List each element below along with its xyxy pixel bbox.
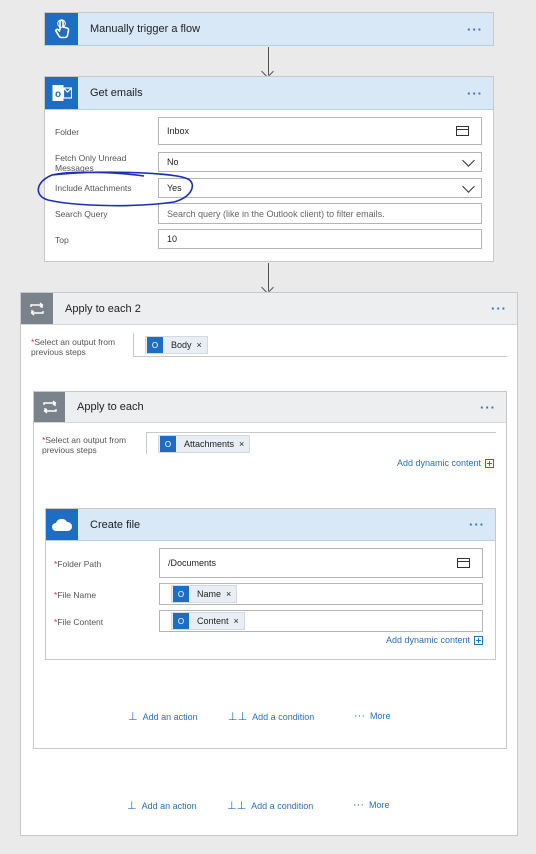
- loop-icon-box: [34, 392, 65, 422]
- onedrive-icon-box: [46, 509, 78, 540]
- unread-value: No: [167, 157, 179, 167]
- more-icon: ···: [353, 799, 364, 811]
- svg-text:o: o: [54, 89, 60, 100]
- loop-icon: [42, 400, 57, 414]
- add-content-icon: [474, 635, 483, 645]
- folder-value: Inbox: [167, 126, 190, 136]
- folder-picker-icon[interactable]: [457, 558, 470, 568]
- trigger-menu-button[interactable]: ···: [467, 22, 483, 37]
- loop-icon-box: [21, 293, 53, 324]
- add-action-button[interactable]: ⊥ Add an action: [127, 799, 197, 812]
- outlook-icon: O: [173, 586, 189, 602]
- close-icon[interactable]: ×: [234, 616, 239, 626]
- close-icon[interactable]: ×: [226, 589, 231, 599]
- top-value: 10: [167, 234, 178, 244]
- body-token-label: Body: [171, 340, 192, 350]
- get-emails-header[interactable]: o Get emails ···: [45, 77, 493, 110]
- add-condition-label: Add a condition: [252, 711, 315, 722]
- search-query-input[interactable]: Search query (like in the Outlook client…: [158, 203, 482, 224]
- more-button[interactable]: ··· More: [353, 799, 390, 811]
- apply-each-2-title: Apply to each 2: [65, 302, 141, 315]
- chevron-down-icon: [462, 154, 475, 167]
- get-emails-title: Get emails: [90, 87, 143, 99]
- apply-each-menu-button[interactable]: ···: [480, 400, 496, 415]
- create-file-title: Create file: [90, 518, 141, 531]
- select-output-label: *Select an output from previous steps: [42, 435, 127, 455]
- outlook-icon: O: [160, 436, 176, 452]
- more-icon: ···: [354, 710, 365, 722]
- file-name-label: *File Name: [54, 590, 97, 600]
- name-token[interactable]: O Name ×: [171, 585, 238, 603]
- outlook-icon: O: [173, 613, 189, 629]
- flow-arrow: [268, 263, 269, 291]
- folder-path-label: *Folder Path: [54, 559, 102, 569]
- add-condition-icon: ⊥⊥: [228, 711, 248, 723]
- outlook-icon: o: [52, 85, 72, 101]
- add-action-button[interactable]: ⊥ Add an action: [128, 710, 198, 723]
- unread-dropdown[interactable]: No: [158, 152, 482, 172]
- touch-icon: [54, 19, 69, 39]
- apply-each-header[interactable]: Apply to each ···: [34, 392, 506, 423]
- more-label: More: [370, 711, 391, 721]
- add-dynamic-content-link[interactable]: Add dynamic content: [386, 635, 483, 645]
- apply-each-2-menu-button[interactable]: ···: [491, 301, 507, 316]
- close-icon[interactable]: ×: [197, 340, 202, 350]
- attachments-token[interactable]: O Attachments ×: [158, 435, 251, 453]
- add-condition-icon: ⊥⊥: [227, 800, 247, 812]
- create-file-card[interactable]: Create file ··· *Folder Path /Documents …: [45, 508, 496, 660]
- loop-icon: [30, 302, 44, 315]
- add-action-label: Add an action: [142, 711, 198, 722]
- create-file-header[interactable]: Create file ···: [46, 509, 495, 541]
- trigger-card[interactable]: Manually trigger a flow ···: [44, 12, 494, 46]
- more-button[interactable]: ··· More: [354, 710, 391, 722]
- folder-picker-icon[interactable]: [456, 126, 469, 136]
- select-output-label: *Select an output from previous steps: [31, 337, 116, 357]
- flow-arrow: [268, 47, 269, 75]
- add-dynamic-content-label: Add dynamic content: [385, 635, 470, 645]
- get-emails-card[interactable]: o Get emails ··· Folder Inbox Fetch Only…: [44, 76, 494, 262]
- outlook-icon: O: [147, 337, 163, 353]
- folder-field[interactable]: Inbox: [158, 117, 482, 145]
- name-token-label: Name: [197, 589, 222, 599]
- attachments-dropdown[interactable]: Yes: [158, 178, 482, 198]
- search-query-placeholder: Search query (like in the Outlook client…: [167, 208, 385, 219]
- content-token[interactable]: O Content ×: [171, 612, 245, 630]
- add-condition-button[interactable]: ⊥⊥ Add a condition: [228, 710, 314, 723]
- add-condition-button[interactable]: ⊥⊥ Add a condition: [227, 799, 313, 812]
- trigger-icon-box: [45, 13, 78, 45]
- annotation-circle: [37, 171, 194, 207]
- top-label: Top: [55, 235, 69, 245]
- add-action-label: Add an action: [141, 800, 197, 811]
- apply-each-2-header[interactable]: Apply to each 2 ···: [21, 293, 517, 325]
- search-query-label: Search Query: [55, 209, 108, 219]
- apply-each-2-card[interactable]: Apply to each 2 ··· *Select an output fr…: [20, 292, 518, 836]
- trigger-header[interactable]: Manually trigger a flow ···: [45, 13, 493, 46]
- chevron-down-icon: [462, 180, 475, 193]
- more-label: More: [369, 800, 390, 810]
- add-condition-label: Add a condition: [251, 800, 314, 811]
- apply-each-card[interactable]: Apply to each ··· *Select an output from…: [33, 391, 507, 749]
- add-action-icon: ⊥: [127, 800, 137, 812]
- cloud-icon: [52, 518, 73, 531]
- get-emails-menu-button[interactable]: ···: [467, 86, 483, 101]
- create-file-menu-button[interactable]: ···: [469, 517, 485, 532]
- add-action-icon: ⊥: [128, 711, 138, 723]
- apply-each-title: Apply to each: [77, 401, 144, 413]
- add-content-icon: [485, 458, 494, 468]
- top-input[interactable]: 10: [158, 229, 482, 249]
- unread-label: Fetch Only Unread Messages: [55, 153, 127, 173]
- content-token-label: Content: [197, 616, 229, 626]
- add-dynamic-content-label: Add dynamic content: [396, 458, 481, 468]
- folder-label: Folder: [55, 127, 80, 137]
- folder-path-value: /Documents: [168, 558, 217, 568]
- attachments-token-label: Attachments: [184, 439, 235, 449]
- file-content-label: *File Content: [54, 617, 104, 627]
- body-token[interactable]: O Body ×: [145, 336, 208, 354]
- folder-path-field[interactable]: /Documents: [159, 548, 483, 578]
- trigger-title: Manually trigger a flow: [90, 23, 201, 35]
- add-dynamic-content-link[interactable]: Add dynamic content: [397, 458, 494, 468]
- outlook-icon-box: o: [45, 77, 78, 109]
- close-icon[interactable]: ×: [239, 439, 244, 449]
